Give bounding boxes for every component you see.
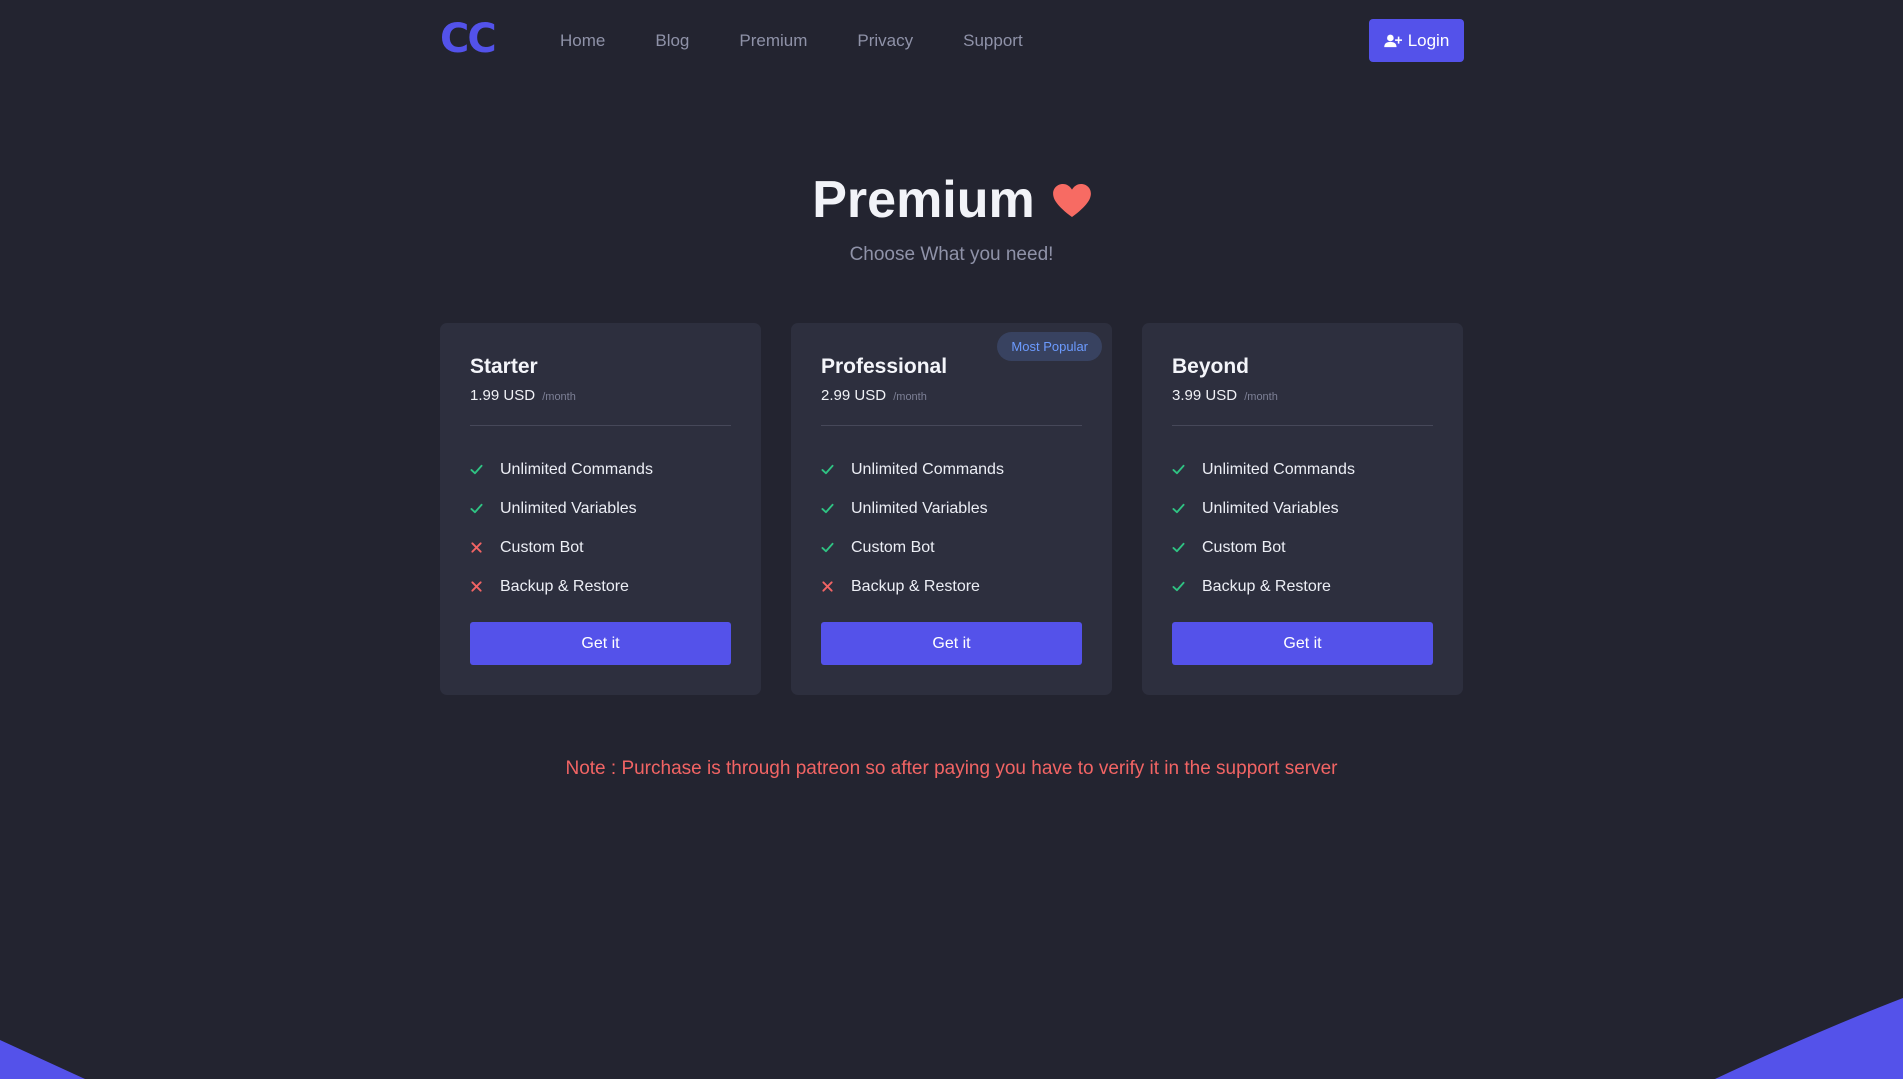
pricing-cards: Starter 1.99 USD /month Unlimited Comman…	[440, 323, 1463, 695]
feature-label: Unlimited Commands	[1202, 460, 1355, 478]
included-indicator	[821, 502, 851, 515]
feature-item: Unlimited Commands	[821, 450, 1082, 489]
excluded-indicator	[821, 580, 851, 593]
plan-card-professional: Most Popular Professional 2.99 USD /month…	[791, 323, 1112, 695]
feature-item: Unlimited Variables	[1172, 489, 1433, 528]
divider	[470, 425, 731, 426]
plan-price-row: 2.99 USD /month	[821, 387, 1082, 404]
get-it-button-starter[interactable]: Get it	[470, 622, 731, 665]
excluded-indicator	[470, 580, 500, 593]
feature-label: Unlimited Commands	[851, 460, 1004, 478]
feature-label: Unlimited Variables	[500, 499, 637, 517]
divider	[821, 425, 1082, 426]
nav-link-blog[interactable]: Blog	[655, 31, 689, 51]
feature-item: Backup & Restore	[470, 567, 731, 606]
plan-price-row: 3.99 USD /month	[1172, 387, 1433, 404]
page-subtitle: Choose What you need!	[849, 244, 1054, 265]
plan-card-beyond: Beyond 3.99 USD /month Unlimited Command…	[1142, 323, 1463, 695]
feature-item: Unlimited Variables	[821, 489, 1082, 528]
feature-label: Custom Bot	[500, 538, 584, 556]
feature-item: Backup & Restore	[1172, 567, 1433, 606]
nav-link-premium[interactable]: Premium	[739, 31, 807, 51]
logo[interactable]: CC	[440, 16, 560, 62]
cross-icon	[471, 581, 482, 592]
feature-label: Custom Bot	[851, 538, 935, 556]
divider	[1172, 425, 1433, 426]
included-indicator	[470, 463, 500, 476]
feature-label: Backup & Restore	[500, 577, 629, 595]
feature-item: Unlimited Variables	[470, 489, 731, 528]
get-it-button-professional[interactable]: Get it	[821, 622, 1082, 665]
feature-list: Unlimited Commands Unlimited Variables C…	[1172, 450, 1433, 606]
cross-icon	[822, 581, 833, 592]
user-plus-icon	[1383, 34, 1402, 47]
feature-item: Backup & Restore	[821, 567, 1082, 606]
page-title-text: Premium	[812, 171, 1035, 229]
plan-price: 2.99 USD	[821, 387, 887, 404]
plan-price: 1.99 USD	[470, 387, 536, 404]
login-button[interactable]: Login	[1369, 19, 1464, 62]
page-title: Premium	[812, 170, 1091, 230]
feature-item: Custom Bot	[470, 528, 731, 567]
feature-label: Unlimited Commands	[500, 460, 653, 478]
check-icon	[821, 464, 834, 475]
included-indicator	[1172, 580, 1202, 593]
navbar: CC Home Blog Premium Privacy Support Log…	[440, 0, 1464, 82]
feature-item: Custom Bot	[1172, 528, 1433, 567]
feature-label: Unlimited Variables	[851, 499, 988, 517]
feature-label: Unlimited Variables	[1202, 499, 1339, 517]
plan-period: /month	[542, 391, 576, 403]
plan-period: /month	[893, 391, 927, 403]
nav-links: Home Blog Premium Privacy Support	[560, 31, 1073, 51]
excluded-indicator	[470, 541, 500, 554]
check-icon	[821, 503, 834, 514]
feature-list: Unlimited Commands Unlimited Variables C…	[470, 450, 731, 606]
included-indicator	[821, 463, 851, 476]
purchase-note: Note : Purchase is through patreon so af…	[565, 758, 1338, 779]
check-icon	[1172, 581, 1185, 592]
plan-name: Starter	[470, 355, 538, 378]
login-label: Login	[1407, 30, 1450, 50]
feature-label: Backup & Restore	[851, 577, 980, 595]
check-icon	[1172, 503, 1185, 514]
feature-label: Backup & Restore	[1202, 577, 1331, 595]
feature-item: Unlimited Commands	[1172, 450, 1433, 489]
get-it-button-beyond[interactable]: Get it	[1172, 622, 1433, 665]
included-indicator	[470, 502, 500, 515]
included-indicator	[1172, 463, 1202, 476]
feature-label: Custom Bot	[1202, 538, 1286, 556]
nav-link-home[interactable]: Home	[560, 31, 605, 51]
heart-icon	[1052, 184, 1091, 218]
feature-item: Custom Bot	[821, 528, 1082, 567]
feature-list: Unlimited Commands Unlimited Variables C…	[821, 450, 1082, 606]
check-icon	[1172, 464, 1185, 475]
plan-price-row: 1.99 USD /month	[470, 387, 731, 404]
most-popular-badge: Most Popular	[997, 332, 1102, 361]
hero: Premium Choose What you need!	[0, 170, 1903, 266]
check-icon	[1172, 542, 1185, 553]
included-indicator	[821, 541, 851, 554]
feature-item: Unlimited Commands	[470, 450, 731, 489]
plan-price: 3.99 USD	[1172, 387, 1238, 404]
check-icon	[821, 542, 834, 553]
included-indicator	[1172, 541, 1202, 554]
plan-card-starter: Starter 1.99 USD /month Unlimited Comman…	[440, 323, 761, 695]
cross-icon	[471, 542, 482, 553]
check-icon	[470, 503, 483, 514]
included-indicator	[1172, 502, 1202, 515]
check-icon	[470, 464, 483, 475]
nav-link-privacy[interactable]: Privacy	[857, 31, 913, 51]
plan-period: /month	[1244, 391, 1278, 403]
nav-link-support[interactable]: Support	[963, 31, 1023, 51]
plan-name: Beyond	[1172, 355, 1250, 378]
